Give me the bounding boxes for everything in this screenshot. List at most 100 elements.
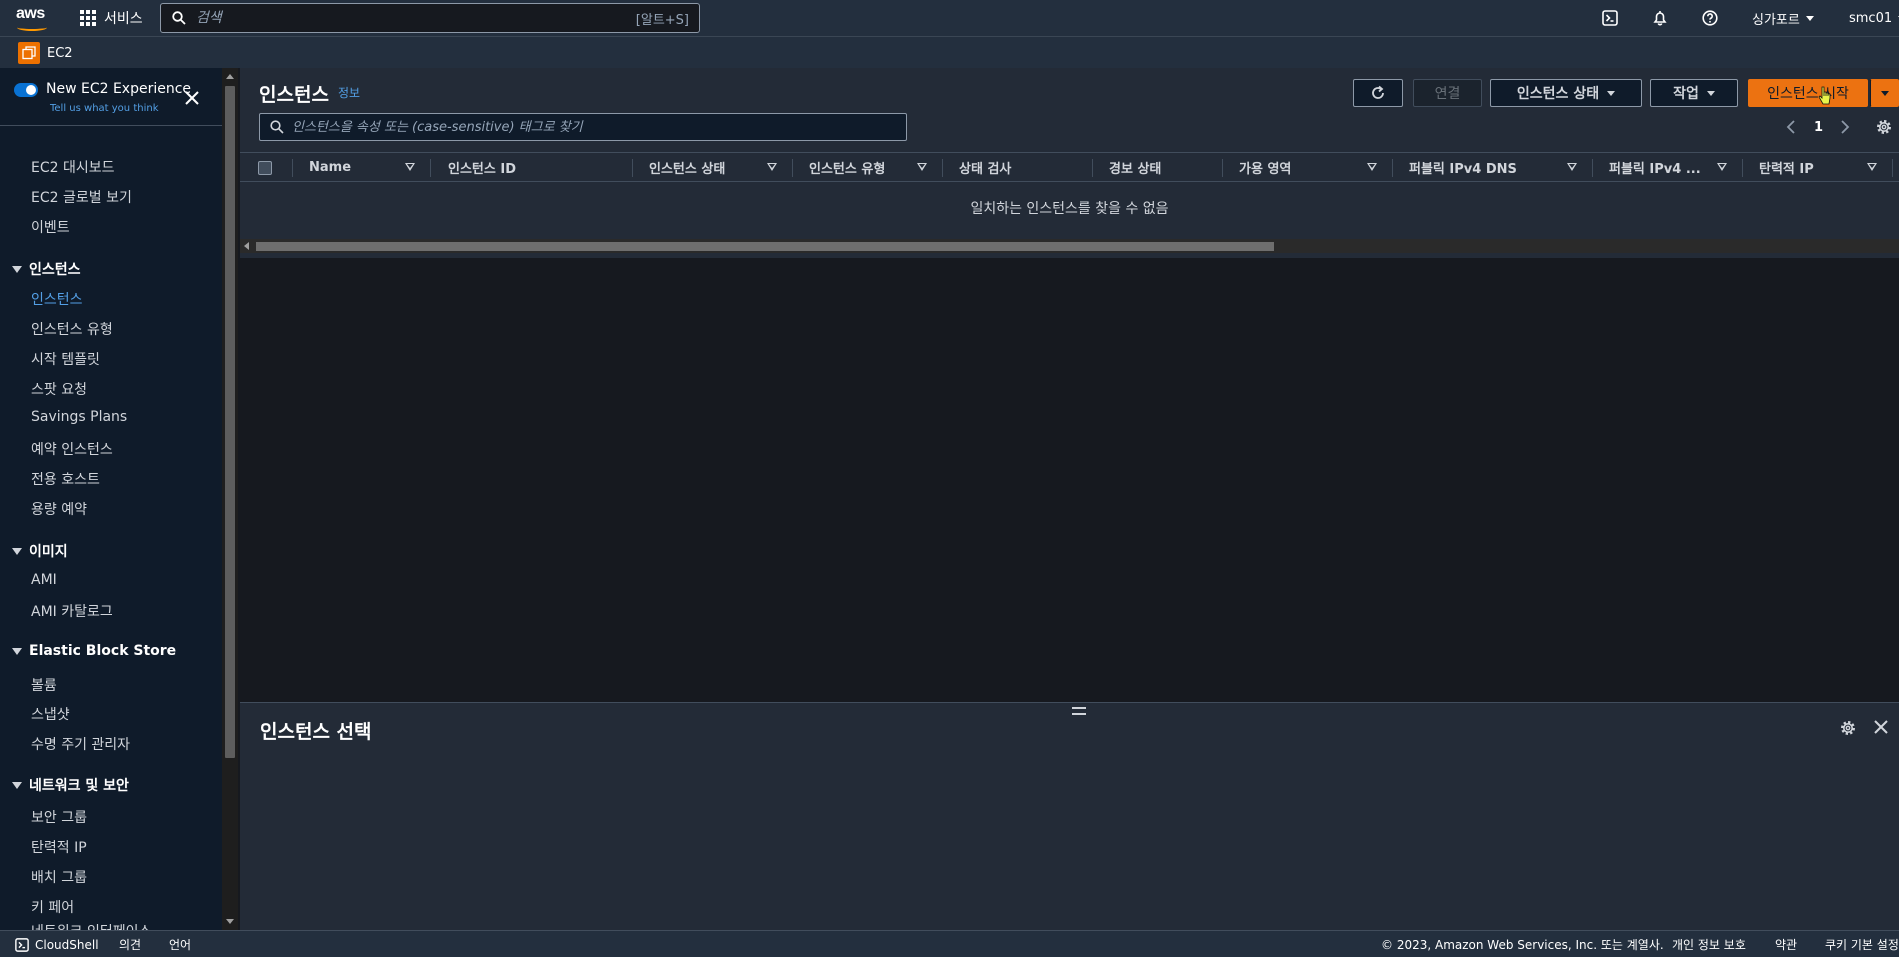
sidebar-item-lifecycle-manager[interactable]: 수명 주기 관리자 bbox=[31, 734, 130, 754]
actions-button[interactable]: 작업 bbox=[1650, 79, 1738, 107]
column-header-alarm-status[interactable]: 경보 상태 bbox=[1109, 153, 1161, 181]
help-icon bbox=[1702, 10, 1718, 26]
sidebar-item-global-view[interactable]: EC2 글로벌 보기 bbox=[31, 187, 132, 207]
scroll-left-arrow[interactable] bbox=[244, 242, 249, 250]
sidebar-item-placement-groups[interactable]: 배치 그룹 bbox=[31, 867, 87, 887]
help-button[interactable] bbox=[1700, 8, 1720, 28]
privacy-link[interactable]: 개인 정보 보호 bbox=[1672, 931, 1746, 957]
filter-icon[interactable] bbox=[1567, 163, 1577, 171]
column-header-elastic-ip[interactable]: 탄력적 IP bbox=[1759, 153, 1814, 181]
sidebar-item-dedicated-hosts[interactable]: 전용 호스트 bbox=[31, 469, 100, 489]
column-divider bbox=[942, 159, 943, 177]
sidebar-close-button[interactable] bbox=[180, 86, 204, 110]
select-all-checkbox[interactable] bbox=[258, 161, 272, 175]
column-header-name[interactable]: Name bbox=[309, 153, 351, 181]
services-menu[interactable]: 서비스 bbox=[80, 0, 143, 36]
gear-icon[interactable] bbox=[1839, 719, 1857, 737]
chevron-down-icon bbox=[1805, 15, 1814, 21]
grid-icon bbox=[80, 10, 96, 26]
column-header-instance-state[interactable]: 인스턴스 상태 bbox=[649, 153, 725, 181]
sidebar-item-key-pairs[interactable]: 키 페어 bbox=[31, 897, 74, 917]
gear-icon[interactable] bbox=[1875, 118, 1893, 136]
filter-icon[interactable] bbox=[767, 163, 777, 171]
region-selector[interactable]: 싱가포르 bbox=[1752, 0, 1814, 36]
filter-icon[interactable] bbox=[1867, 163, 1877, 171]
aws-logo[interactable]: aws bbox=[16, 5, 52, 31]
instance-filter[interactable] bbox=[259, 113, 907, 141]
cloudshell-link[interactable]: CloudShell bbox=[15, 931, 99, 957]
chevron-right-icon[interactable] bbox=[1840, 120, 1850, 134]
search-icon bbox=[270, 120, 284, 134]
section-title: 인스턴스 bbox=[29, 262, 81, 278]
account-menu[interactable]: smc01 bbox=[1849, 0, 1899, 36]
filter-icon[interactable] bbox=[917, 163, 927, 171]
sidebar-item-launch-templates[interactable]: 시작 템플릿 bbox=[31, 349, 100, 369]
sidebar-section-ebs[interactable]: Elastic Block Store bbox=[12, 643, 176, 659]
ec2-icon[interactable] bbox=[18, 42, 40, 64]
feedback-link[interactable]: Tell us what you think bbox=[50, 103, 159, 114]
main-content: 인스턴스 정보 연결 인스턴스 상태 작업 인스턴스 시작 1 bbox=[240, 68, 1899, 770]
sidebar-section-images[interactable]: 이미지 bbox=[12, 541, 68, 561]
search-input[interactable] bbox=[196, 10, 626, 26]
page-number[interactable]: 1 bbox=[1814, 116, 1823, 138]
cookie-preferences-link[interactable]: 쿠키 기본 설정 bbox=[1825, 931, 1899, 957]
column-header-public-ipv4[interactable]: 퍼블릭 IPv4 ... bbox=[1609, 153, 1701, 181]
notifications-button[interactable] bbox=[1650, 8, 1670, 28]
refresh-button[interactable] bbox=[1353, 79, 1403, 107]
sidebar-item-ec2-dashboard[interactable]: EC2 대시보드 bbox=[31, 157, 115, 177]
feedback-link[interactable]: 의견 bbox=[119, 931, 141, 957]
sidebar-item-reserved-instances[interactable]: 예약 인스턴스 bbox=[31, 439, 113, 459]
filter-icon[interactable] bbox=[405, 163, 415, 171]
info-link[interactable]: 정보 bbox=[338, 84, 360, 101]
filter-icon[interactable] bbox=[1717, 163, 1727, 171]
connect-button[interactable]: 연결 bbox=[1413, 79, 1482, 107]
sidebar-item-events[interactable]: 이벤트 bbox=[31, 217, 70, 237]
column-header-instance-id[interactable]: 인스턴스 ID bbox=[448, 153, 516, 181]
filter-input[interactable] bbox=[292, 119, 892, 135]
sidebar-item-instances[interactable]: 인스턴스 bbox=[31, 289, 83, 309]
instance-state-button[interactable]: 인스턴스 상태 bbox=[1490, 79, 1642, 107]
new-experience-toggle[interactable] bbox=[14, 83, 38, 97]
resize-handle[interactable] bbox=[1072, 707, 1086, 715]
launch-instance-button[interactable]: 인스턴스 시작 bbox=[1748, 79, 1868, 107]
global-search[interactable]: [알트+S] bbox=[160, 3, 700, 33]
launch-instance-dropdown[interactable] bbox=[1870, 79, 1899, 107]
footer: CloudShell 의견 언어 © 2023, Amazon Web Serv… bbox=[0, 930, 1899, 957]
sidebar-item-spot-requests[interactable]: 스팟 요청 bbox=[31, 379, 87, 399]
sidebar-section-instances[interactable]: 인스턴스 bbox=[12, 259, 81, 279]
table-horizontal-scrollbar[interactable] bbox=[240, 239, 1899, 253]
sidebar-item-security-groups[interactable]: 보안 그룹 bbox=[31, 807, 87, 827]
column-header-instance-type[interactable]: 인스턴스 유형 bbox=[809, 153, 885, 181]
scroll-down-arrow[interactable] bbox=[226, 919, 234, 924]
close-icon[interactable] bbox=[1873, 719, 1889, 735]
filter-icon[interactable] bbox=[1367, 163, 1377, 171]
terms-link[interactable]: 약관 bbox=[1775, 931, 1797, 957]
column-header-availability-zone[interactable]: 가용 영역 bbox=[1239, 153, 1291, 181]
page-title: 인스턴스 bbox=[259, 84, 329, 106]
cloudshell-button[interactable] bbox=[1600, 8, 1620, 28]
cloudshell-icon bbox=[1602, 10, 1618, 26]
scrollbar-thumb[interactable] bbox=[225, 86, 235, 758]
column-header-public-dns[interactable]: 퍼블릭 IPv4 DNS bbox=[1409, 153, 1517, 181]
sidebar-item-snapshots[interactable]: 스냅샷 bbox=[31, 704, 70, 724]
service-name[interactable]: EC2 bbox=[47, 37, 73, 69]
aws-logo-text: aws bbox=[16, 5, 45, 22]
account-label: smc01 bbox=[1849, 10, 1893, 26]
sidebar-item-volumes[interactable]: 볼륨 bbox=[31, 675, 57, 695]
sidebar-scrollbar[interactable] bbox=[222, 68, 238, 930]
column-divider bbox=[1592, 159, 1593, 177]
sidebar-item-capacity-reservations[interactable]: 용량 예약 bbox=[31, 499, 87, 519]
scroll-up-arrow[interactable] bbox=[226, 74, 234, 79]
sidebar-item-ami-catalog[interactable]: AMI 카탈로그 bbox=[31, 601, 113, 621]
language-link[interactable]: 언어 bbox=[169, 931, 191, 957]
chevron-left-icon[interactable] bbox=[1786, 120, 1796, 134]
instance-detail-panel: 인스턴스 선택 bbox=[240, 702, 1899, 930]
sidebar-item-elastic-ips[interactable]: 탄력적 IP bbox=[31, 837, 87, 857]
sidebar-item-savings-plans[interactable]: Savings Plans bbox=[31, 409, 127, 425]
sidebar-item-ami[interactable]: AMI bbox=[31, 572, 57, 588]
column-header-status-check[interactable]: 상태 검사 bbox=[959, 153, 1011, 181]
scrollbar-thumb[interactable] bbox=[256, 242, 1274, 251]
sidebar-section-network-security[interactable]: 네트워크 및 보안 bbox=[12, 775, 129, 795]
sidebar-item-instance-types[interactable]: 인스턴스 유형 bbox=[31, 319, 113, 339]
sidebar-item-network-interfaces[interactable]: 네트워크 인터페이스 bbox=[31, 921, 151, 930]
